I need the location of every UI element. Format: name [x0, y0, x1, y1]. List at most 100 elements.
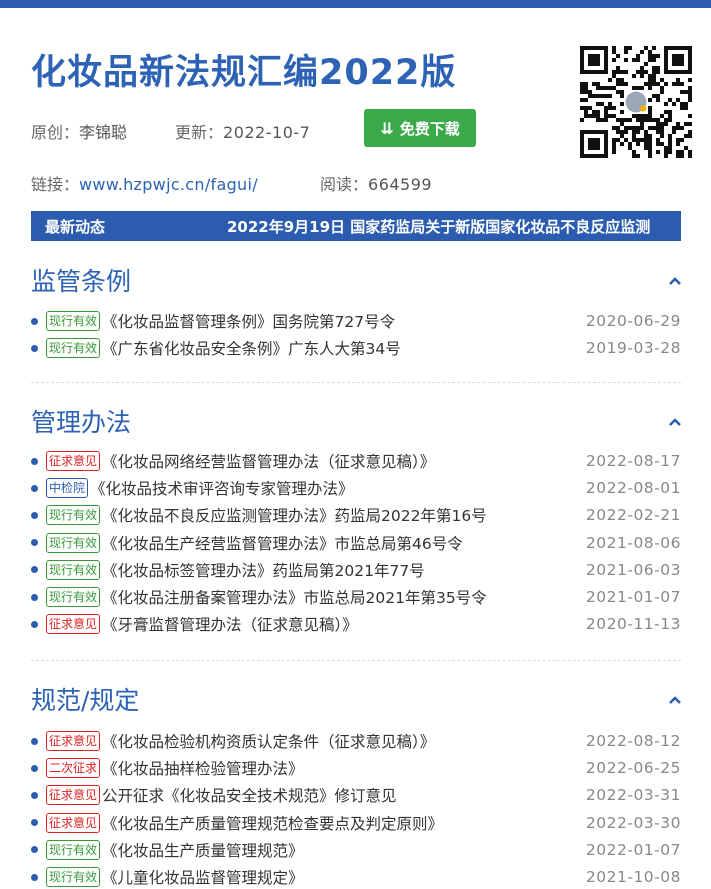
- bullet-icon: [31, 873, 38, 881]
- item-title-link[interactable]: 《化妆品生产质量管理规范检查要点及判定原则》: [102, 812, 576, 834]
- list-item[interactable]: 征求意见 《牙膏监督管理办法（征求意见稿）》 2020-11-13: [31, 612, 681, 636]
- item-date: 2022-06-25: [585, 759, 681, 778]
- item-title-link[interactable]: 《牙膏监督管理办法（征求意见稿）》: [102, 613, 576, 635]
- item-date: 2022-08-12: [585, 732, 681, 750]
- author-name: 李锦聪: [79, 123, 128, 142]
- free-download-button[interactable]: ⇊ 免费下载: [364, 109, 476, 147]
- list-item[interactable]: 征求意见 公开征求《化妆品安全技术规范》修订意见 2022-03-31: [31, 783, 681, 807]
- bullet-icon: [31, 846, 38, 854]
- link-label: 链接：: [31, 175, 80, 194]
- collapse-chevron-icon[interactable]: [668, 416, 682, 428]
- author-meta: 原创：李锦聪: [31, 119, 127, 143]
- item-title-link[interactable]: 《儿童化妆品监督管理规定》: [102, 866, 576, 888]
- bullet-icon: [31, 566, 38, 574]
- top-accent-bar: [0, 0, 711, 8]
- status-badge: 现行有效: [46, 839, 101, 860]
- status-badge: 现行有效: [46, 311, 101, 331]
- status-badge: 征求意见: [46, 731, 101, 751]
- collapse-chevron-icon[interactable]: [668, 694, 682, 706]
- item-title-link[interactable]: 《化妆品技术审评咨询专家管理办法》: [90, 477, 576, 499]
- bullet-icon: [31, 819, 38, 827]
- news-text[interactable]: 2022年9月19日 国家药监局关于新版国家化妆品不良反应监测: [227, 216, 650, 237]
- item-title-link[interactable]: 《化妆品不良反应监测管理办法》药监局2022年第16号: [102, 504, 576, 526]
- list-item[interactable]: 现行有效 《化妆品生产质量管理规范》 2022-01-07: [31, 838, 681, 862]
- section-title-regulations: 监管条例: [31, 267, 132, 296]
- item-date: 2022-02-21: [585, 506, 681, 525]
- reads-meta: 阅读：664599: [320, 171, 432, 195]
- status-badge: 现行有效: [46, 867, 101, 887]
- reads-count: 664599: [368, 175, 433, 194]
- reads-label: 阅读：: [320, 175, 369, 194]
- list-item[interactable]: 现行有效 《儿童化妆品监督管理规定》 2021-10-08: [31, 865, 681, 889]
- author-label: 原创：: [31, 123, 80, 142]
- status-badge: 征求意见: [46, 451, 101, 471]
- bullet-icon: [31, 511, 38, 519]
- bullet-icon: [31, 484, 38, 492]
- list-item[interactable]: 征求意见 《化妆品网络经营监督管理办法（征求意见稿）》 2022-08-17: [31, 449, 681, 473]
- download-arrows-icon: ⇊: [380, 118, 394, 138]
- item-title-link[interactable]: 《化妆品抽样检验管理办法》: [102, 757, 576, 779]
- bullet-icon: [31, 737, 38, 745]
- section-title-measures: 管理办法: [31, 408, 132, 437]
- bullet-icon: [31, 317, 38, 325]
- list-item[interactable]: 征求意见 《化妆品检验机构资质认定条件（征求意见稿）》 2022-08-12: [31, 729, 681, 753]
- list-item[interactable]: 中检院 《化妆品技术审评咨询专家管理办法》 2022-08-01: [31, 476, 681, 500]
- item-title-link[interactable]: 《化妆品标签管理办法》药监局第2021年77号: [102, 559, 576, 581]
- section-title-standards: 规范/规定: [31, 686, 140, 715]
- status-badge: 现行有效: [46, 338, 101, 359]
- qr-code-icon: [580, 46, 692, 158]
- bullet-icon: [31, 344, 38, 352]
- item-date: 2019-03-28: [585, 339, 681, 358]
- item-title-link[interactable]: 《化妆品注册备案管理办法》市监总局2021年第35号令: [102, 586, 576, 608]
- list-item[interactable]: 征求意见 《化妆品生产质量管理规范检查要点及判定原则》 2022-03-30: [31, 811, 681, 835]
- collapse-chevron-icon[interactable]: [668, 275, 682, 287]
- status-badge: 二次征求: [46, 758, 101, 779]
- item-date: 2022-08-17: [585, 452, 681, 470]
- bullet-icon: [31, 457, 38, 465]
- download-label: 免费下载: [399, 119, 460, 138]
- item-title-link[interactable]: 《化妆品监督管理条例》国务院第727号令: [102, 310, 576, 332]
- section-divider: [31, 382, 681, 383]
- item-title-link[interactable]: 《化妆品生产质量管理规范》: [102, 839, 576, 861]
- item-date: 2020-06-29: [585, 312, 681, 330]
- status-badge: 现行有效: [46, 505, 101, 526]
- list-item[interactable]: 现行有效 《化妆品生产经营监督管理办法》市监总局第46号令 2021-08-06: [31, 531, 681, 555]
- status-badge: 征求意见: [46, 614, 101, 635]
- updated-date: 2022-10-7: [223, 123, 311, 142]
- updated-meta: 更新：2022-10-7: [175, 119, 310, 143]
- item-title-link[interactable]: 《化妆品网络经营监督管理办法（征求意见稿）》: [102, 450, 576, 472]
- bullet-icon: [31, 593, 38, 601]
- item-date: 2022-03-30: [585, 813, 681, 832]
- page-link[interactable]: www.hzpwjc.cn/fagui/: [79, 175, 258, 194]
- list-item[interactable]: 现行有效 《化妆品标签管理办法》药监局第2021年77号 2021-06-03: [31, 558, 681, 582]
- item-date: 2021-01-07: [585, 588, 681, 606]
- news-ticker[interactable]: 最新动态 2022年9月19日 国家药监局关于新版国家化妆品不良反应监测: [31, 211, 681, 241]
- item-title-link[interactable]: 《广东省化妆品安全条例》广东人大第34号: [102, 337, 576, 359]
- status-badge: 现行有效: [46, 587, 101, 607]
- item-title-link[interactable]: 《化妆品生产经营监督管理办法》市监总局第46号令: [102, 532, 576, 554]
- item-title-link[interactable]: 公开征求《化妆品安全技术规范》修订意见: [102, 784, 576, 806]
- news-label: 最新动态: [45, 217, 106, 236]
- list-item[interactable]: 现行有效 《化妆品注册备案管理办法》市监总局2021年第35号令 2021-01-0…: [31, 585, 681, 609]
- list-item[interactable]: 二次征求 《化妆品抽样检验管理办法》 2022-06-25: [31, 756, 681, 780]
- section-divider: [31, 660, 681, 661]
- item-date: 2021-10-08: [585, 868, 681, 886]
- bullet-icon: [31, 764, 38, 772]
- status-badge: 现行有效: [46, 532, 101, 553]
- item-date: 2020-11-13: [585, 615, 681, 634]
- item-date: 2022-03-31: [585, 786, 681, 805]
- item-date: 2022-08-01: [585, 479, 681, 498]
- list-item[interactable]: 现行有效 《化妆品不良反应监测管理办法》药监局2022年第16号 2022-02-2…: [31, 503, 681, 527]
- item-title-link[interactable]: 《化妆品检验机构资质认定条件（征求意见稿）》: [102, 730, 576, 752]
- list-item[interactable]: 现行有效 《广东省化妆品安全条例》广东人大第34号 2019-03-28: [31, 336, 681, 360]
- item-date: 2021-08-06: [585, 533, 681, 552]
- page-title: 化妆品新法规汇编2022版: [31, 53, 457, 93]
- status-badge: 征求意见: [46, 812, 101, 833]
- status-badge: 中检院: [46, 478, 89, 499]
- list-item[interactable]: 现行有效 《化妆品监督管理条例》国务院第727号令 2020-06-29: [31, 309, 681, 333]
- item-date: 2022-01-07: [585, 840, 681, 859]
- link-meta: 链接：www.hzpwjc.cn/fagui/: [31, 171, 258, 195]
- bullet-icon: [31, 620, 38, 628]
- item-date: 2021-06-03: [585, 560, 681, 579]
- bullet-icon: [31, 539, 38, 547]
